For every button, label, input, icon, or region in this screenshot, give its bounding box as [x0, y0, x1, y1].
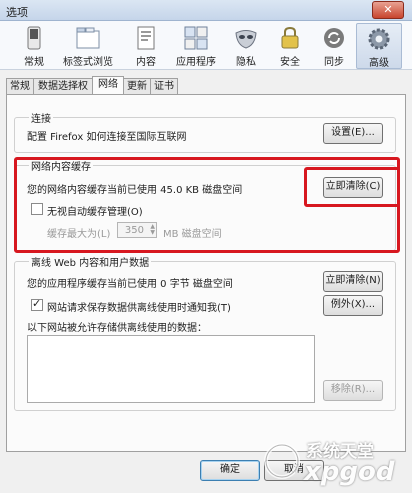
tabs-icon	[76, 27, 100, 49]
switch-icon	[27, 26, 41, 50]
watermark-subtext: xpgod	[304, 457, 395, 487]
network-panel: 连接 配置 Firefox 如何连接至国际互联网 设置(E)... 网络内容缓存…	[6, 94, 406, 452]
watermark-logo: 系统天堂 xpgod	[262, 427, 412, 493]
sync-icon	[324, 28, 344, 48]
offline-notify-label: 网站请求保存数据供离线使用时通知我(T)	[47, 303, 231, 314]
tab-network[interactable]: 网络	[92, 76, 124, 95]
connection-description: 配置 Firefox 如何连接至国际互联网	[27, 132, 187, 143]
category-tabs[interactable]: 标签式浏览	[58, 23, 118, 68]
window-title: 选项	[6, 6, 28, 19]
connection-settings-button[interactable]: 设置(E)...	[323, 123, 383, 144]
highlight-box-button	[304, 167, 400, 207]
offline-title: 离线 Web 内容和用户数据	[29, 254, 152, 269]
applications-icon	[184, 26, 208, 50]
tab-data-choices[interactable]: 数据选择权	[33, 78, 93, 94]
connection-title: 连接	[29, 110, 53, 125]
category-security[interactable]: 安全	[268, 23, 312, 68]
category-applications[interactable]: 应用程序	[170, 23, 222, 68]
page-icon	[137, 26, 155, 50]
offline-notify-checkbox[interactable]	[31, 297, 43, 311]
options-category-toolbar: 常规 标签式浏览 内容 应用程序 隐私 安全 同步 高级	[0, 21, 412, 70]
close-icon: ✕	[383, 3, 393, 16]
category-content[interactable]: 内容	[124, 23, 168, 68]
offline-list-label: 以下网站被允许存储供离线使用的数据：	[27, 323, 207, 334]
mask-icon	[235, 30, 257, 49]
lock-icon	[281, 26, 299, 49]
offline-clear-button[interactable]: 立即清除(N)	[323, 271, 383, 292]
offline-exceptions-button[interactable]: 例外(X)...	[323, 295, 383, 316]
close-button[interactable]: ✕	[372, 1, 404, 19]
gear-icon	[368, 28, 390, 50]
offline-usage-text: 您的应用程序缓存当前已使用 0 字节 磁盘空间	[27, 279, 233, 290]
category-sync[interactable]: 同步	[312, 23, 356, 68]
tab-general[interactable]: 常规	[6, 78, 34, 94]
offline-remove-button[interactable]: 移除(R)...	[323, 380, 383, 401]
tab-update[interactable]: 更新	[123, 78, 151, 94]
tab-certificates[interactable]: 证书	[150, 78, 178, 94]
ok-button[interactable]: 确定	[200, 460, 260, 481]
offline-sites-list[interactable]	[27, 335, 315, 403]
category-general[interactable]: 常规	[12, 23, 56, 68]
watermark-emblem-icon	[264, 443, 300, 479]
category-advanced[interactable]: 高级	[356, 23, 402, 69]
category-privacy[interactable]: 隐私	[224, 23, 268, 68]
title-bar: 选项 ✕	[0, 0, 412, 21]
